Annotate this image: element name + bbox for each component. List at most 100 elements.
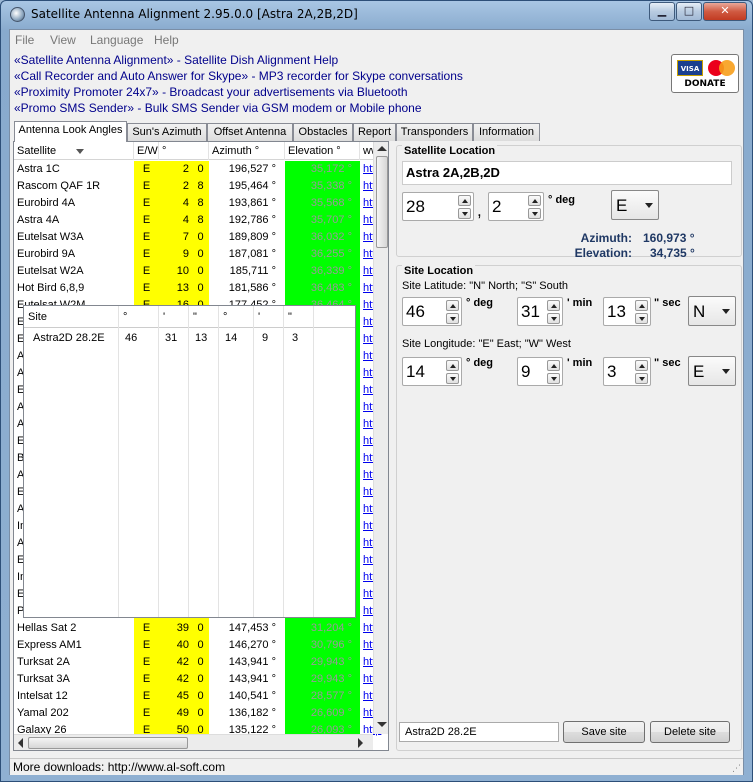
tenths: 0: [192, 246, 209, 263]
chevron-down-icon: [645, 203, 653, 208]
menu-file[interactable]: File: [15, 33, 34, 47]
degrees: 2: [159, 178, 192, 195]
list-item[interactable]: Hot Bird 6,8,9E130181,586 °36,483 °http: [14, 280, 381, 297]
lat-sec-spinner[interactable]: 13: [603, 297, 651, 326]
spin-down-icon: [635, 313, 648, 324]
promo-link[interactable]: «Satellite Antenna Alignment» - Satellit…: [14, 53, 664, 69]
lat-deg-spinner[interactable]: 46: [402, 297, 462, 326]
list-item[interactable]: Astra 1CE20196,527 °35,172 °http: [14, 161, 381, 178]
chevron-down-icon: [722, 369, 730, 374]
azimuth: 193,861 °: [209, 195, 284, 212]
spin-up-icon: [446, 360, 459, 371]
vertical-scrollbar[interactable]: [373, 142, 388, 734]
site-name-field[interactable]: Astra2D 28.2E: [399, 722, 559, 742]
list-item[interactable]: Eurobird 4AE48193,861 °35,568 °http: [14, 195, 381, 212]
tab-obstacles[interactable]: Obstacles: [293, 123, 353, 141]
col-lon-min[interactable]: ': [254, 306, 284, 328]
close-button[interactable]: ✕: [703, 2, 747, 21]
scroll-up-icon[interactable]: [377, 146, 387, 151]
lat-min-spinner[interactable]: 31: [517, 297, 563, 326]
sat-deg-spinner[interactable]: 28: [402, 192, 474, 221]
col-elevation[interactable]: Elevation °: [285, 142, 360, 160]
list-item[interactable]: Hellas Sat 2E390147,453 °31,204 °http: [14, 620, 381, 637]
saved-sites-table[interactable]: Site ° ' " ° ' " Astra2D 28.2E 46 31 13 …: [23, 305, 356, 618]
promo-link[interactable]: «Proximity Promoter 24x7» - Broadcast yo…: [14, 85, 664, 101]
list-item[interactable]: Yamal 202E490136,182 °26,609 °http: [14, 705, 381, 722]
satellite-name-display: Astra 2A,2B,2D: [402, 161, 732, 185]
tenths: 8: [192, 212, 209, 229]
list-item[interactable]: Express AM1E400146,270 °30,796 °http: [14, 637, 381, 654]
elevation-value: 34,735 °: [650, 246, 695, 260]
promo-link[interactable]: «Promo SMS Sender» - Bulk SMS Sender via…: [14, 101, 664, 117]
col-degrees[interactable]: °: [159, 142, 209, 160]
direction: E: [134, 161, 159, 178]
horizontal-scrollbar[interactable]: [14, 734, 373, 750]
col-lat-sec[interactable]: ": [189, 306, 219, 328]
min-unit: ' min: [567, 297, 593, 309]
maximize-button[interactable]: □: [676, 2, 702, 21]
azimuth-value: 160,973 °: [643, 231, 695, 245]
tab-offset-antenna[interactable]: Offset Antenna: [207, 123, 293, 141]
promo-link[interactable]: «Call Recorder and Auto Answer for Skype…: [14, 69, 664, 85]
tab-antenna-look-angles[interactable]: Antenna Look Angles: [14, 121, 127, 142]
direction: E: [134, 654, 159, 671]
tab-transponders[interactable]: Transponders: [396, 123, 473, 141]
list-item[interactable]: Turksat 2AE420143,941 °29,943 °http: [14, 654, 381, 671]
list-item[interactable]: Turksat 3AE420143,941 °29,943 °http: [14, 671, 381, 688]
save-site-button[interactable]: Save site: [563, 721, 645, 743]
elevation: 35,338 °: [285, 178, 360, 195]
spin-down-icon: [547, 373, 560, 384]
col-ew[interactable]: E/W: [134, 142, 159, 160]
scroll-thumb[interactable]: [28, 737, 188, 749]
col-lon-deg[interactable]: °: [219, 306, 254, 328]
col-lon-sec[interactable]: ": [284, 306, 314, 328]
elevation: 36,339 °: [285, 263, 360, 280]
direction: E: [134, 229, 159, 246]
degrees: 10: [159, 263, 192, 280]
sat-frac-spinner[interactable]: 2: [488, 192, 544, 221]
menu-bar: File View Language Help: [10, 30, 743, 50]
list-item[interactable]: Rascom QAF 1RE28195,464 °35,338 °http: [14, 178, 381, 195]
lon-deg-spinner[interactable]: 14: [402, 357, 462, 386]
lat-direction-select[interactable]: N: [688, 296, 736, 326]
app-window: Satellite Antenna Alignment 2.95.0.0 [As…: [0, 0, 753, 782]
spin-down-icon: [446, 313, 459, 324]
col-satellite[interactable]: Satellite: [14, 142, 134, 160]
list-item[interactable]: Eutelsat W2AE100185,711 °36,339 °http: [14, 263, 381, 280]
title-bar[interactable]: Satellite Antenna Alignment 2.95.0.0 [As…: [1, 1, 752, 29]
menu-view[interactable]: View: [50, 33, 76, 47]
scroll-right-icon[interactable]: [358, 738, 363, 748]
col-lat-deg[interactable]: °: [119, 306, 159, 328]
satellite-name: Astra 4A: [14, 212, 134, 229]
minimize-button[interactable]: ▁: [649, 2, 675, 21]
lon-sec-spinner[interactable]: 3: [603, 357, 651, 386]
list-item[interactable]: Intelsat 12E450140,541 °28,577 °http: [14, 688, 381, 705]
scroll-thumb[interactable]: [376, 156, 388, 248]
delete-site-button[interactable]: Delete site: [650, 721, 730, 743]
lon-min-spinner[interactable]: 9: [517, 357, 563, 386]
elevation-label: Elevation:: [574, 246, 632, 260]
tab-report[interactable]: Report: [353, 123, 396, 141]
direction: E: [134, 637, 159, 654]
menu-help[interactable]: Help: [154, 33, 179, 47]
lon-direction-select[interactable]: E: [688, 356, 736, 386]
donate-button[interactable]: VISA DONATE: [671, 54, 739, 93]
scroll-down-icon[interactable]: [377, 722, 387, 727]
resize-grip-icon[interactable]: ⋰: [732, 764, 741, 774]
sat-direction-select[interactable]: E: [611, 190, 659, 220]
satellite-name: Rascom QAF 1R: [14, 178, 134, 195]
satellite-name: Express AM1: [14, 637, 134, 654]
col-site[interactable]: Site: [24, 306, 119, 328]
direction: E: [134, 178, 159, 195]
menu-language[interactable]: Language: [90, 33, 143, 47]
list-item[interactable]: Eurobird 9AE90187,081 °36,255 °http: [14, 246, 381, 263]
col-azimuth[interactable]: Azimuth °: [209, 142, 285, 160]
spin-up-icon: [528, 195, 541, 206]
list-item[interactable]: Astra 4AE48192,786 °35,707 °http: [14, 212, 381, 229]
scroll-left-icon[interactable]: [18, 738, 23, 748]
tab-information[interactable]: Information: [473, 123, 540, 141]
col-lat-min[interactable]: ': [159, 306, 189, 328]
tenths: 8: [192, 178, 209, 195]
list-item[interactable]: Eutelsat W3AE70189,809 °36,032 °http: [14, 229, 381, 246]
tab-suns-azimuth[interactable]: Sun's Azimuth: [127, 123, 207, 141]
